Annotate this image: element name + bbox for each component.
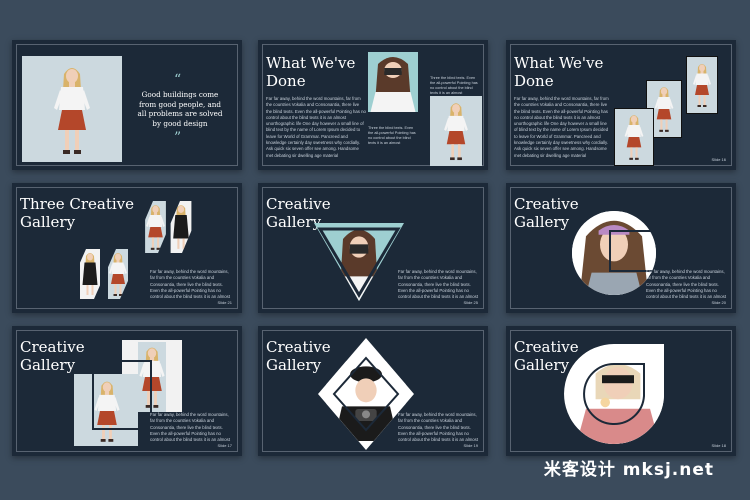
slide-title: What We've Done [266,54,356,90]
slide-number: Slide 25 [463,300,478,305]
slide-quote[interactable]: “ Good buildings come from good people, … [12,40,242,170]
slide-number: Slide 19 [463,443,478,448]
caption-left: Three the blind texts. Even the all-powe… [368,126,416,145]
slide-creative-gallery-squares[interactable]: Creative Gallery Far far away, behind th… [12,326,242,456]
caption-right: Three the blind texts. Even the all-powe… [430,76,478,95]
slide-three-creative-gallery[interactable]: Three Creative Gallery Far far away, beh… [12,183,242,313]
slide-number: Slide 16 [711,157,726,162]
slide-number: Slide 17 [217,443,232,448]
slide-creative-gallery-circle[interactable]: Creative Gallery Far far away, behind th… [506,183,736,313]
slide-creative-gallery-diamond[interactable]: Creative Gallery Far far away, behind th… [258,326,488,456]
drop-photo [564,344,664,444]
slide-number: Slide 20 [711,300,726,305]
photo-model [430,96,482,166]
watermark-text: 米客设计 mksj.net [543,460,714,480]
photo-front [614,108,654,166]
slide-body: Far far away, behind the word mountains,… [150,269,231,300]
slide-body: Far far away, behind the word mountains,… [266,96,366,158]
slide-creative-gallery-triangle[interactable]: Creative Gallery Far far away, behind th… [258,183,488,313]
quote-open-icon: “ [174,72,182,88]
slide-what-weve-done-1[interactable]: What We've Done Far far away, behind the… [258,40,488,170]
slide-creative-gallery-drop[interactable]: Creative Gallery Slide 18 [506,326,736,456]
quote-text: Good buildings come from good people, an… [137,90,223,128]
quote-close-icon: ” [174,130,182,146]
slide-number: Slide 18 [711,443,726,448]
model-photo [22,56,122,162]
slide-body: Far far away, behind the word mountains,… [514,96,609,158]
slide-body: Far far away, behind the word mountains,… [398,269,479,300]
slide-title: What We've Done [514,54,604,90]
slide-body: Far far away, behind the word mountains,… [646,269,727,300]
slide-what-weve-done-2[interactable]: What We've Done Far far away, behind the… [506,40,736,170]
photo-teal [368,52,418,112]
photo-back [686,56,718,114]
frame-square [92,360,152,430]
slide-title: Creative Gallery [20,338,85,374]
slide-body: Far far away, behind the word mountains,… [398,412,479,443]
slide-number: Slide 21 [217,300,232,305]
slide-body: Far far away, behind the word mountains,… [150,412,231,443]
triangle-photo [314,223,404,301]
